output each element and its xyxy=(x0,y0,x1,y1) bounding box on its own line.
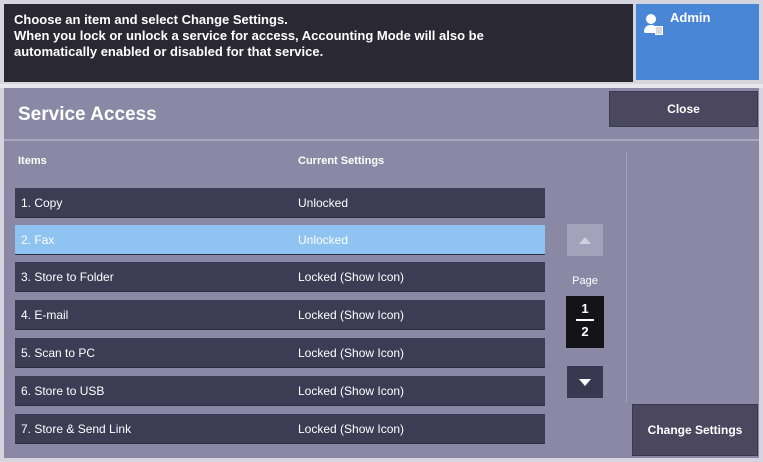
admin-label: Admin xyxy=(670,10,711,25)
admin-user-icon xyxy=(644,14,664,38)
service-name: 5. Scan to PC xyxy=(21,345,96,360)
service-name: 7. Store & Send Link xyxy=(21,421,132,436)
divider xyxy=(4,139,759,141)
service-setting: Locked (Show Icon) xyxy=(298,383,405,398)
instruction-line: automatically enabled or disabled for th… xyxy=(14,44,324,59)
column-header-items: Items xyxy=(18,155,47,167)
service-setting: Unlocked xyxy=(298,195,349,210)
page-indicator: 1 2 xyxy=(566,296,604,348)
service-row-scan-to-pc[interactable]: 5. Scan to PC Locked (Show Icon) xyxy=(15,338,545,368)
admin-login-button[interactable]: Admin xyxy=(636,4,759,80)
fraction-line xyxy=(576,319,594,321)
page-up-button[interactable] xyxy=(567,224,603,256)
service-row-fax[interactable]: 2. Fax Unlocked xyxy=(15,225,545,255)
service-setting: Locked (Show Icon) xyxy=(298,307,405,322)
service-row-store-and-send-link[interactable]: 7. Store & Send Link Locked (Show Icon) xyxy=(15,414,545,444)
arrow-down-icon xyxy=(579,378,591,386)
touch-screen: Choose an item and select Change Setting… xyxy=(0,0,763,462)
page-down-button[interactable] xyxy=(567,366,603,398)
arrow-up-icon xyxy=(579,236,591,244)
page-title: Service Access xyxy=(18,104,157,125)
service-setting: Locked (Show Icon) xyxy=(298,421,405,436)
header: Service Access xyxy=(4,90,604,136)
service-setting: Locked (Show Icon) xyxy=(298,345,405,360)
service-name: 1. Copy xyxy=(21,195,63,210)
service-setting: Unlocked xyxy=(298,232,349,247)
instruction-line: Choose an item and select Change Setting… xyxy=(14,12,288,27)
service-row-store-to-usb[interactable]: 6. Store to USB Locked (Show Icon) xyxy=(15,376,545,406)
service-name: 2. Fax xyxy=(21,232,55,247)
service-row-copy[interactable]: 1. Copy Unlocked xyxy=(15,188,545,218)
service-name: 3. Store to Folder xyxy=(21,269,114,284)
page-label: Page xyxy=(572,275,598,287)
service-row-store-to-folder[interactable]: 3. Store to Folder Locked (Show Icon) xyxy=(15,262,545,292)
instruction-message: Choose an item and select Change Setting… xyxy=(4,4,633,82)
change-settings-button[interactable]: Change Settings xyxy=(632,404,758,456)
service-name: 6. Store to USB xyxy=(21,383,105,398)
service-name: 4. E-mail xyxy=(21,307,69,322)
column-header-current-settings: Current Settings xyxy=(298,155,385,167)
total-pages: 2 xyxy=(581,324,589,339)
current-page: 1 xyxy=(581,301,589,316)
service-row-e-mail[interactable]: 4. E-mail Locked (Show Icon) xyxy=(15,300,545,330)
service-setting: Locked (Show Icon) xyxy=(298,269,405,284)
divider xyxy=(626,152,627,402)
instruction-line: When you lock or unlock a service for ac… xyxy=(14,28,484,43)
close-button[interactable]: Close xyxy=(609,91,758,127)
